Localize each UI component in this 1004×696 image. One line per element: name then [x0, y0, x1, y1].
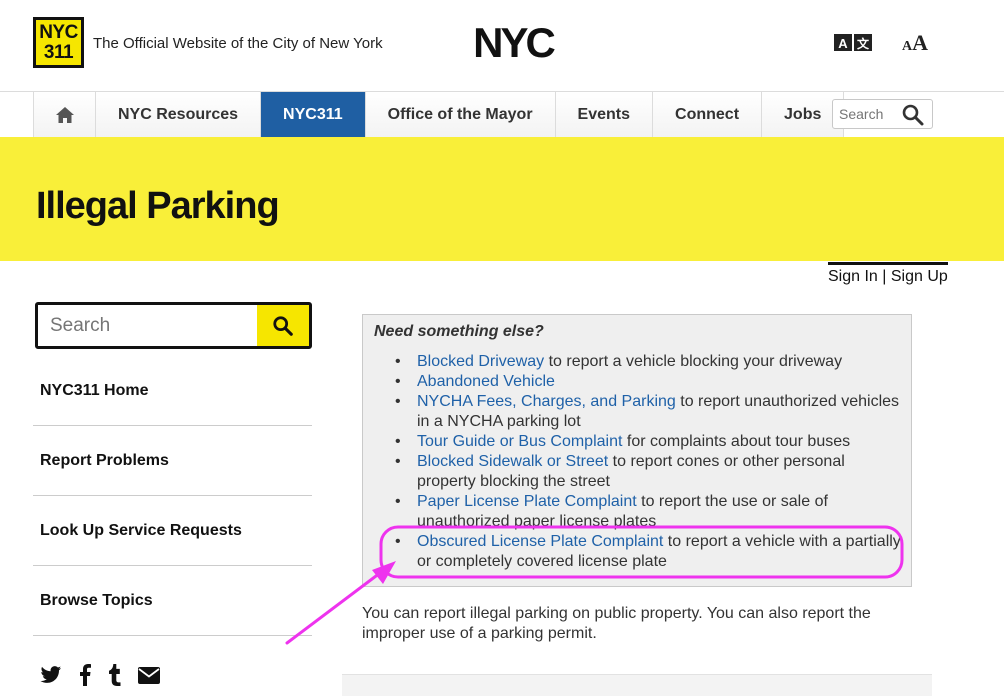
sidebar-nav: NYC311 Home Report Problems Look Up Serv… — [33, 357, 312, 636]
svg-text:文: 文 — [857, 36, 870, 51]
twitter-icon[interactable] — [40, 665, 62, 685]
text-size-small: A — [902, 39, 913, 54]
nav-events[interactable]: Events — [554, 92, 653, 137]
nav-connect[interactable]: Connect — [652, 92, 762, 137]
sign-up-link[interactable]: Sign Up — [891, 268, 948, 285]
site-header: NYC 311 The Official Website of the City… — [0, 0, 1004, 92]
related-desc: to report a vehicle blocking your drivew… — [544, 353, 843, 370]
nav-nyc311[interactable]: NYC311 — [260, 92, 365, 137]
logo-line-1: NYC — [39, 21, 78, 43]
nav-search-input[interactable] — [839, 105, 901, 123]
nav-home[interactable] — [33, 92, 95, 137]
sidebar-search-button[interactable] — [257, 305, 309, 346]
list-item: Blocked Sidewalk or Street to report con… — [394, 452, 906, 492]
related-services-box: Need something else? Blocked Driveway to… — [362, 314, 912, 587]
sidebar-item-nyc311-home[interactable]: NYC311 Home — [33, 357, 312, 426]
text-size-large: A — [912, 30, 929, 55]
sidebar-item-report-problems[interactable]: Report Problems — [33, 426, 312, 496]
related-link-obscured-license-plate[interactable]: Obscured License Plate Complaint — [417, 533, 663, 550]
related-link-tour-bus[interactable]: Tour Guide or Bus Complaint — [417, 433, 622, 450]
sidebar-search-input[interactable] — [50, 314, 250, 338]
social-links — [40, 664, 160, 686]
list-item: Obscured License Plate Complaint to repo… — [394, 532, 906, 572]
sidebar-search — [35, 302, 312, 349]
auth-separator: | — [882, 268, 887, 285]
related-link-paper-license-plate[interactable]: Paper License Plate Complaint — [417, 493, 637, 510]
related-heading: Need something else? — [374, 323, 544, 340]
main-nav: NYC Resources NYC311 Office of the Mayor… — [33, 92, 845, 137]
search-icon — [273, 315, 293, 336]
facebook-icon[interactable] — [79, 664, 91, 686]
sidebar-item-look-up-service-requests[interactable]: Look Up Service Requests — [33, 496, 312, 566]
svg-text:A: A — [838, 36, 848, 51]
page-title: Illegal Parking — [36, 185, 280, 227]
related-link-blocked-driveway[interactable]: Blocked Driveway — [417, 353, 544, 370]
related-link-nycha-parking[interactable]: NYCHA Fees, Charges, and Parking — [417, 393, 676, 410]
related-desc: for complaints about tour buses — [622, 433, 851, 450]
list-item: Tour Guide or Bus Complaint for complain… — [394, 432, 906, 452]
sign-in-link[interactable]: Sign In — [828, 268, 878, 285]
nav-office-of-the-mayor[interactable]: Office of the Mayor — [364, 92, 555, 137]
list-item: NYCHA Fees, Charges, and Parking to repo… — [394, 392, 906, 432]
translate-icon[interactable]: A 文 — [834, 33, 872, 53]
search-icon[interactable] — [901, 103, 925, 127]
auth-links: Sign In | Sign Up — [828, 262, 948, 286]
related-link-abandoned-vehicle[interactable]: Abandoned Vehicle — [417, 373, 555, 390]
nav-nyc-resources[interactable]: NYC Resources — [95, 92, 261, 137]
nyc-brand-logo[interactable]: NYC — [459, 24, 567, 62]
nav-search-box — [832, 99, 933, 129]
list-item: Abandoned Vehicle — [394, 372, 906, 392]
sidebar-item-browse-topics[interactable]: Browse Topics — [33, 566, 312, 636]
nyc311-logo[interactable]: NYC 311 — [33, 17, 84, 68]
tumblr-icon[interactable] — [108, 664, 121, 686]
body-paragraph: You can report illegal parking on public… — [362, 605, 871, 642]
list-item: Paper License Plate Complaint to report … — [394, 492, 906, 532]
list-item: Blocked Driveway to report a vehicle blo… — [394, 352, 906, 372]
related-list: Blocked Driveway to report a vehicle blo… — [394, 352, 906, 572]
site-tagline: The Official Website of the City of New … — [93, 35, 383, 52]
brand-logo-text: NYC — [473, 24, 555, 62]
content-panel — [342, 674, 932, 696]
text-size-button[interactable]: AA — [902, 30, 928, 56]
page-banner: Illegal Parking — [0, 137, 1004, 261]
home-icon — [55, 106, 74, 123]
logo-line-2: 311 — [43, 41, 74, 63]
related-link-blocked-sidewalk[interactable]: Blocked Sidewalk or Street — [417, 453, 608, 470]
email-icon[interactable] — [138, 666, 160, 684]
